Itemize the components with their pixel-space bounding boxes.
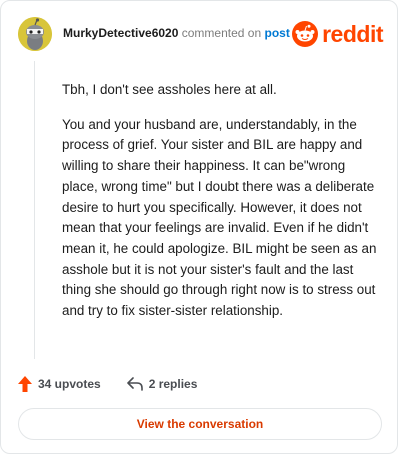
upvotes-button[interactable]: 34 upvotes bbox=[18, 376, 101, 392]
replies-button[interactable]: 2 replies bbox=[126, 377, 198, 391]
comment-paragraph: Tbh, I don't see assholes here at all. bbox=[62, 82, 277, 97]
byline: MurkyDetective6020 commented on post bbox=[63, 26, 290, 40]
comment-paragraph: You and your husband are, understandably… bbox=[62, 116, 377, 319]
reddit-snoo-icon bbox=[292, 21, 319, 47]
reddit-logo[interactable]: reddit bbox=[292, 20, 383, 48]
thread-line bbox=[34, 61, 35, 359]
upvote-arrow-icon bbox=[18, 376, 32, 392]
comment-actions: 34 upvotes 2 replies bbox=[18, 374, 223, 394]
commented-on-text: commented on bbox=[181, 26, 262, 40]
username-link[interactable]: MurkyDetective6020 bbox=[63, 26, 178, 40]
comment-header: MurkyDetective6020 commented on post red… bbox=[18, 17, 383, 53]
reddit-wordmark: reddit bbox=[322, 20, 383, 47]
view-conversation-button[interactable]: View the conversation bbox=[18, 408, 382, 440]
comment-body: Tbh, I don't see assholes here at all. Y… bbox=[62, 80, 380, 336]
post-link[interactable]: post bbox=[264, 26, 289, 40]
comment-embed-card: MurkyDetective6020 commented on post red… bbox=[0, 0, 398, 454]
upvotes-count: 34 upvotes bbox=[38, 377, 101, 391]
snoo-avatar-icon[interactable] bbox=[18, 17, 52, 51]
replies-count: 2 replies bbox=[148, 377, 198, 391]
reply-arrow-icon bbox=[126, 377, 143, 391]
